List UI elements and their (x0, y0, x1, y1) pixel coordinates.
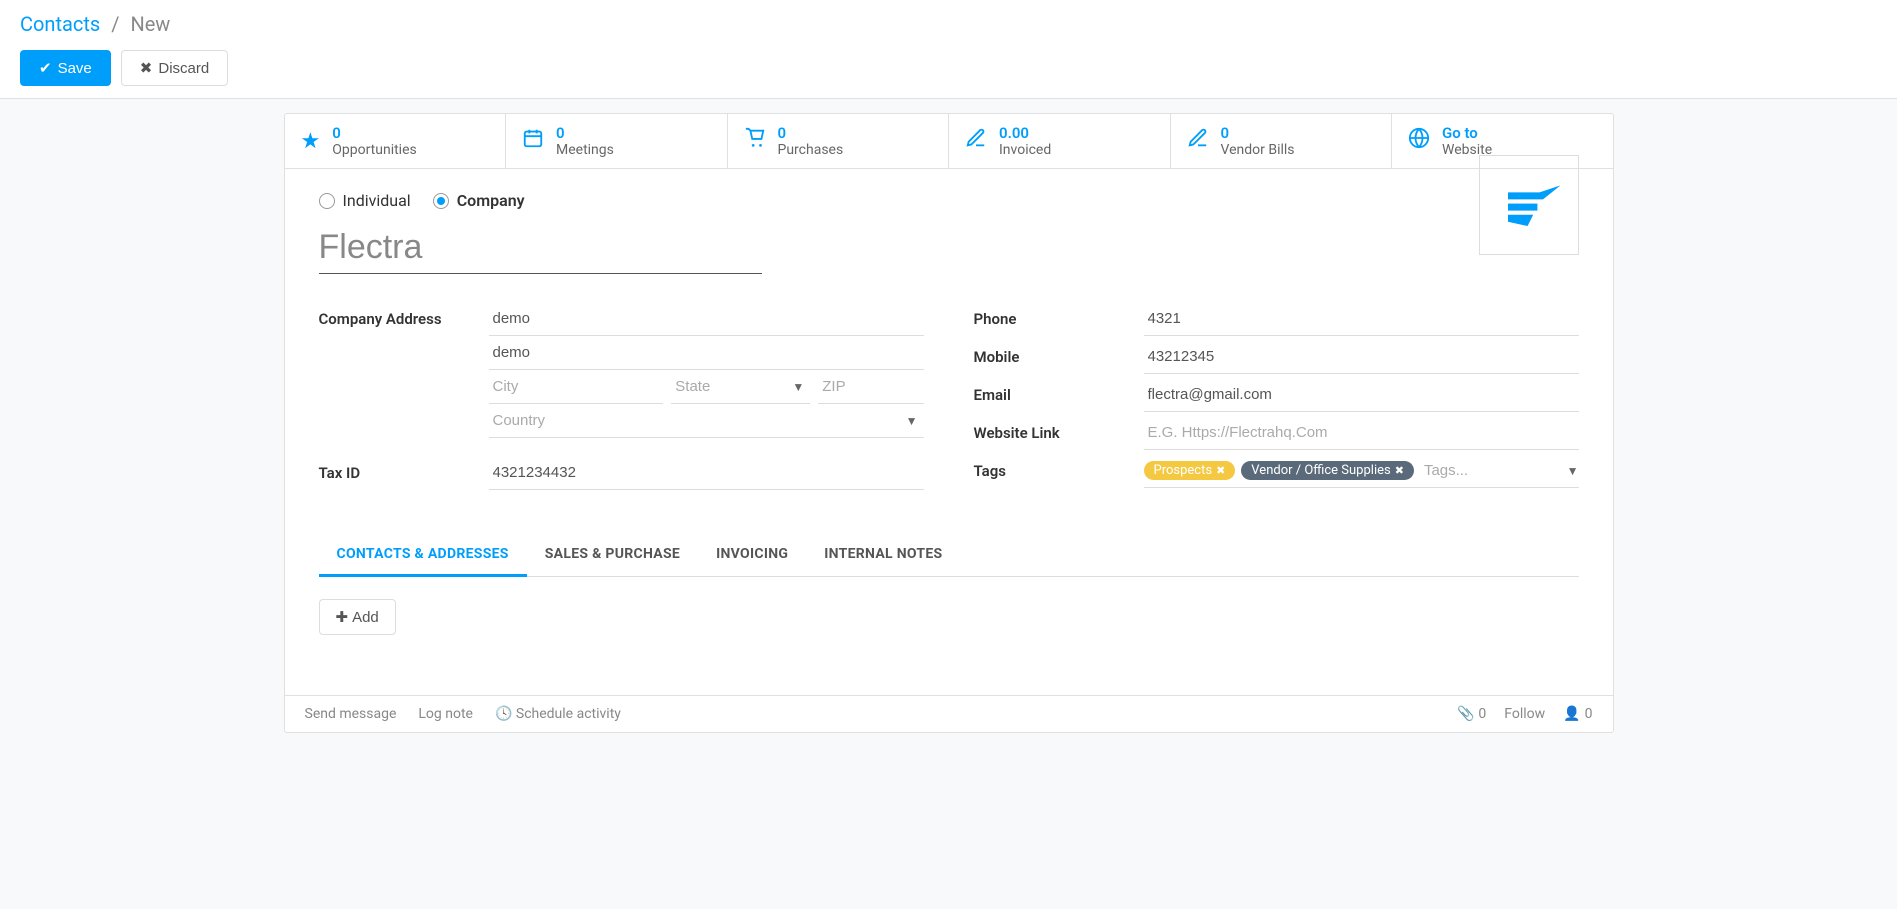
close-icon: ✖ (140, 59, 153, 77)
stat-value: 0 (332, 124, 417, 142)
stat-vendor-bills[interactable]: 0 Vendor Bills (1171, 114, 1393, 168)
phone-label: Phone (974, 302, 1144, 328)
globe-icon (1408, 127, 1430, 155)
mobile-label: Mobile (974, 340, 1144, 366)
stat-purchases[interactable]: 0 Purchases (728, 114, 950, 168)
tag-label: Prospects (1154, 463, 1213, 478)
followers-count[interactable]: 👤 0 (1563, 706, 1592, 722)
taxid-input[interactable] (489, 456, 924, 490)
breadcrumb: Contacts / New (20, 12, 1877, 36)
save-button[interactable]: ✔ Save (20, 50, 111, 86)
discard-label: Discard (158, 60, 209, 77)
radio-individual[interactable]: Individual (319, 191, 411, 210)
add-label: Add (352, 609, 379, 626)
paperclip-icon: 📎 (1457, 706, 1474, 722)
stat-value: 0 (778, 124, 844, 142)
taxid-label: Tax ID (319, 456, 489, 482)
cart-icon (744, 127, 766, 155)
form-card: ★ 0 Opportunities 0 Meetings (284, 113, 1614, 733)
attach-count: 0 (1478, 706, 1486, 722)
breadcrumb-current: New (130, 12, 170, 36)
main: ★ 0 Opportunities 0 Meetings (0, 113, 1897, 733)
close-icon[interactable]: ✖ (1395, 464, 1404, 477)
tabs: CONTACTS & ADDRESSES SALES & PURCHASE IN… (319, 534, 1579, 577)
tab-content: ✚ Add (319, 577, 1579, 657)
avatar[interactable] (1479, 155, 1579, 255)
discard-button[interactable]: ✖ Discard (121, 50, 228, 86)
right-column: Phone Mobile Email Website Link (974, 302, 1579, 494)
tags-input-wrap[interactable]: Prospects ✖ Vendor / Office Supplies ✖ ▼ (1144, 454, 1579, 488)
website-input[interactable] (1144, 416, 1579, 450)
breadcrumb-sep: / (111, 12, 119, 36)
stat-invoiced[interactable]: 0.00 Invoiced (949, 114, 1171, 168)
stat-label: Invoiced (999, 142, 1051, 158)
breadcrumb-root[interactable]: Contacts (20, 12, 100, 36)
type-radio-group: Individual Company (319, 191, 1479, 210)
stat-value: Go to (1442, 124, 1492, 142)
follow-button[interactable]: Follow (1504, 706, 1545, 722)
tags-text-input[interactable] (1420, 458, 1561, 483)
radio-label: Company (457, 191, 525, 210)
stat-label: Purchases (778, 142, 844, 158)
chatter-footer: Send message Log note 🕓 Schedule activit… (285, 695, 1613, 732)
street1-input[interactable] (489, 302, 924, 336)
tags-label: Tags (974, 454, 1144, 480)
stat-meetings[interactable]: 0 Meetings (506, 114, 728, 168)
phone-input[interactable] (1144, 302, 1579, 336)
action-buttons: ✔ Save ✖ Discard (20, 50, 1877, 86)
mobile-input[interactable] (1144, 340, 1579, 374)
save-label: Save (58, 60, 92, 77)
tag-prospects[interactable]: Prospects ✖ (1144, 461, 1236, 480)
stat-value: 0 (1221, 124, 1295, 142)
tag-vendor-office[interactable]: Vendor / Office Supplies ✖ (1241, 461, 1414, 480)
city-input[interactable] (489, 370, 664, 404)
stat-label: Meetings (556, 142, 614, 158)
follower-count: 0 (1585, 706, 1593, 722)
tab-contacts-addresses[interactable]: CONTACTS & ADDRESSES (319, 534, 527, 577)
pencil-dollar-icon (965, 127, 987, 155)
website-label: Website Link (974, 416, 1144, 442)
stat-value: 0.00 (999, 124, 1051, 142)
send-message-link[interactable]: Send message (305, 706, 397, 722)
stat-bar: ★ 0 Opportunities 0 Meetings (285, 114, 1613, 169)
close-icon[interactable]: ✖ (1216, 464, 1225, 477)
schedule-label: Schedule activity (516, 706, 621, 722)
user-icon: 👤 (1563, 706, 1580, 722)
form-body: Individual Company (285, 169, 1613, 679)
radio-circle-icon (319, 193, 335, 209)
left-column: Company Address ▼ (319, 302, 924, 494)
tab-sales-purchase[interactable]: SALES & PURCHASE (527, 534, 698, 576)
pencil-icon (1187, 127, 1209, 155)
company-logo-icon (1494, 170, 1564, 240)
log-note-link[interactable]: Log note (418, 706, 473, 722)
email-input[interactable] (1144, 378, 1579, 412)
stat-opportunities[interactable]: ★ 0 Opportunities (285, 114, 507, 168)
country-select[interactable] (489, 404, 924, 438)
tab-internal-notes[interactable]: INTERNAL NOTES (806, 534, 960, 576)
state-select[interactable] (671, 370, 810, 404)
address-label: Company Address (319, 302, 489, 328)
radio-label: Individual (343, 191, 411, 210)
attachments-button[interactable]: 📎 0 (1457, 706, 1486, 722)
tag-label: Vendor / Office Supplies (1251, 463, 1390, 478)
email-label: Email (974, 378, 1144, 404)
company-name-input[interactable] (319, 222, 762, 274)
stat-value: 0 (556, 124, 614, 142)
calendar-icon (522, 127, 544, 155)
radio-company[interactable]: Company (433, 191, 525, 210)
plus-icon: ✚ (336, 608, 349, 626)
clock-icon: 🕓 (495, 706, 512, 722)
radio-circle-checked-icon (433, 193, 449, 209)
tab-invoicing[interactable]: INVOICING (698, 534, 806, 576)
stat-label: Vendor Bills (1221, 142, 1295, 158)
schedule-activity-link[interactable]: 🕓 Schedule activity (495, 706, 621, 722)
zip-input[interactable] (818, 370, 923, 404)
street2-input[interactable] (489, 336, 924, 370)
stat-label: Opportunities (332, 142, 417, 158)
star-icon: ★ (301, 129, 321, 154)
chevron-down-icon: ▼ (1567, 464, 1579, 478)
check-icon: ✔ (39, 59, 52, 77)
header: Contacts / New ✔ Save ✖ Discard (0, 0, 1897, 99)
add-button[interactable]: ✚ Add (319, 599, 396, 635)
